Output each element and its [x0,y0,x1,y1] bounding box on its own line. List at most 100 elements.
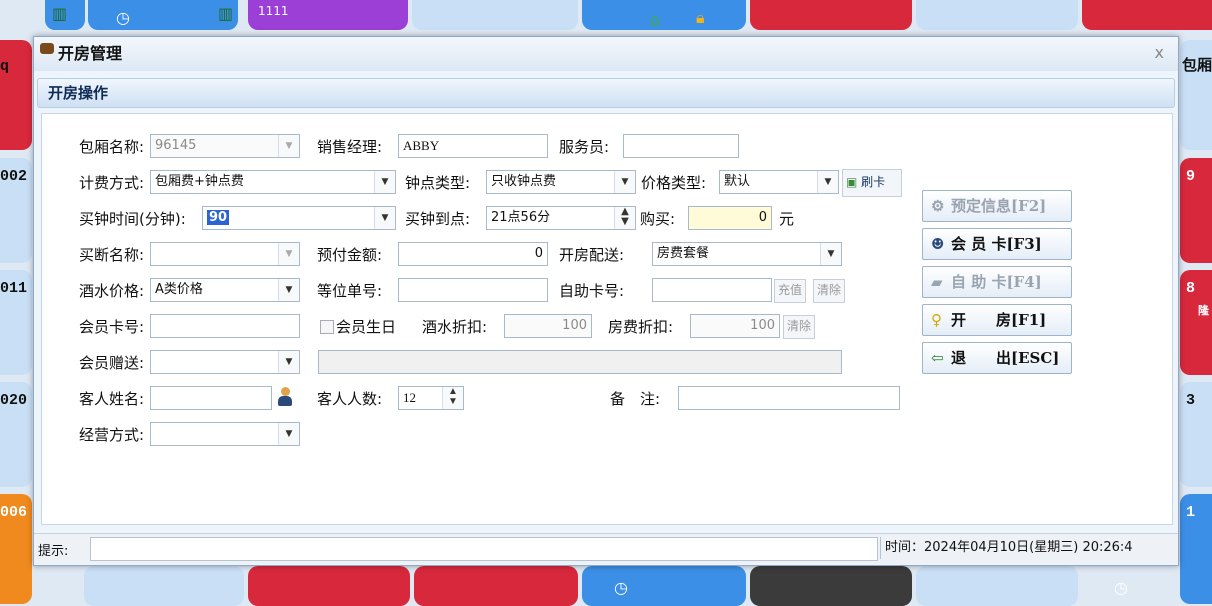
room-tile[interactable] [88,0,238,30]
billing-value: 包厢费+钟点费 [155,174,244,189]
buy-until-value: 21点56分 [491,210,551,225]
guest-count-stepper[interactable]: 12 ▲ ▼ [398,386,464,410]
basket-icon: ⌂ [650,10,661,29]
close-icon[interactable]: x [1155,43,1164,62]
clock-type-select[interactable]: 只收钟点费 ▼ [486,170,636,194]
chevron-down-icon[interactable]: ▼ [278,423,299,445]
buy-time-select[interactable]: 90 ▼ [202,206,396,230]
exit-button[interactable]: ⇦ 退 出[ESC] [922,342,1072,374]
person-icon[interactable] [278,387,292,407]
room-tile[interactable] [582,0,746,30]
buy-until-stepper[interactable]: 21点56分 ▲ ▼ [486,206,636,230]
chevron-down-icon[interactable]: ▼ [278,135,299,157]
room-tile[interactable] [1180,494,1212,604]
member-card-button[interactable]: ☻ 会 员 卡[F3] [922,228,1072,260]
price-type-label: 价格类型: [641,174,707,192]
member-gift-select[interactable]: ▼ [150,350,300,374]
buy-time-label: 买钟时间(分钟): [79,210,186,228]
guest-name-input[interactable] [150,386,272,410]
buy-unit: 元 [779,210,795,228]
room-tile[interactable] [412,0,578,30]
room-tile[interactable] [582,566,746,606]
drink-discount-input[interactable]: 100 [504,314,592,338]
room-tile[interactable] [1180,270,1212,375]
room-name-select[interactable]: 96145 ▼ [150,134,300,158]
sales-manager-input[interactable]: ABBY [398,134,548,158]
self-service-card-button[interactable]: ▰ 自 助 卡[F4] [922,266,1072,298]
room-discount-input[interactable]: 100 [690,314,780,338]
chevron-down-icon[interactable]: ▼ [817,171,838,193]
chevron-down-icon[interactable]: ▼ [374,207,395,229]
chevron-down-icon[interactable]: ▼ [278,351,299,373]
status-time: 时间：2024年04月10日(星期三) 20:26:4 [880,537,1179,559]
room-number: 包厢 [1182,56,1212,74]
recharge-button[interactable]: 充值 [774,279,807,303]
card-reader-icon: ▣ [846,175,858,189]
remark-input[interactable] [678,386,900,410]
chevron-down-icon[interactable]: ▼ [820,243,841,265]
prepay-input[interactable]: 0 [398,242,548,266]
chevron-down-icon[interactable]: ▼ [374,171,395,193]
billing-select[interactable]: 包厢费+钟点费 ▼ [150,170,396,194]
self-service-card-label: 自 助 卡[F4] [951,273,1042,291]
clear-discount-button[interactable]: 清除 [783,315,816,339]
room-tile[interactable] [248,566,410,606]
delivery-select[interactable]: 房费套餐 ▼ [652,242,842,266]
spin-icon[interactable]: ▲ ▼ [442,387,463,409]
self-card-label: 自助卡号: [559,282,625,300]
billing-label: 计费方式: [79,174,145,192]
room-tile[interactable] [0,40,32,150]
reservation-info-button[interactable]: ⚙ 预定信息[F2] [922,190,1072,222]
status-message [90,537,878,561]
room-tile[interactable] [750,0,912,30]
buy-time-value: 90 [207,210,230,225]
drink-price-select[interactable]: A类价格 ▼ [150,278,300,302]
delivery-label: 开房配送: [559,246,625,264]
chevron-down-icon[interactable]: ▼ [278,243,299,265]
member-birthday-checkbox[interactable] [320,320,334,334]
member-icon: ☻ [931,235,945,253]
business-select[interactable]: ▼ [150,422,300,446]
room-tile[interactable] [916,566,1078,606]
price-type-select[interactable]: 默认 ▼ [719,170,839,194]
clear-self-card-button[interactable]: 清除 [813,279,846,303]
member-card-input[interactable] [150,314,300,338]
remark-label: 备 注: [610,390,661,408]
open-room-button[interactable]: ♀ 开 房[F1] [922,304,1072,336]
status-bar: 提示: 时间：2024年04月10日(星期三) 20:26:4 [34,533,1178,564]
room-tile[interactable]: 1111 [248,0,408,30]
room-tile[interactable] [1180,158,1212,263]
chevron-down-icon[interactable]: ▼ [278,279,299,301]
room-number: 8 [1186,280,1196,297]
room-tile[interactable] [916,0,1078,30]
member-gift-label: 会员赠送: [79,354,145,372]
exit-label: 退 出[ESC] [951,349,1060,367]
buyout-label: 买断名称: [79,246,145,264]
room-tile[interactable] [84,566,244,606]
clock-type-value: 只收钟点费 [491,174,557,189]
room-number: 002 [0,168,28,185]
room-tile[interactable] [750,566,912,606]
spin-icon[interactable]: ▲ ▼ [614,207,635,229]
drink-discount-label: 酒水折扣: [422,318,488,336]
dialog-titlebar[interactable]: 开房管理 x [34,37,1178,71]
exit-icon: ⇦ [931,349,944,367]
form-panel: 包厢名称: 96145 ▼ 销售经理: ABBY 服务员: 计费方式: 包厢费+… [41,113,1173,525]
chevron-down-icon[interactable]: ▼ [614,171,635,193]
waitlist-input[interactable] [398,278,548,302]
room-tile[interactable] [1180,382,1212,487]
room-tile-title: 1111 [258,4,289,18]
swipe-card-button[interactable]: ▣ 刷卡 [842,169,902,197]
lock-icon: 🔒︎ [696,8,705,27]
buyout-select[interactable]: ▼ [150,242,300,266]
clock-type-label: 钟点类型: [405,174,471,192]
room-tile[interactable] [414,566,578,606]
room-number: 隆 [1198,306,1209,318]
self-card-input[interactable] [652,278,772,302]
card-icon: ▰ [931,273,943,291]
buy-amount-input[interactable]: 0 [688,206,772,230]
open-room-dialog: 开房管理 x 开房操作 包厢名称: 96145 ▼ 销售经理: ABBY 服务员… [33,36,1179,566]
clock-icon: ◷ [614,578,628,597]
room-tile[interactable] [1082,0,1212,30]
waiter-input[interactable] [623,134,739,158]
